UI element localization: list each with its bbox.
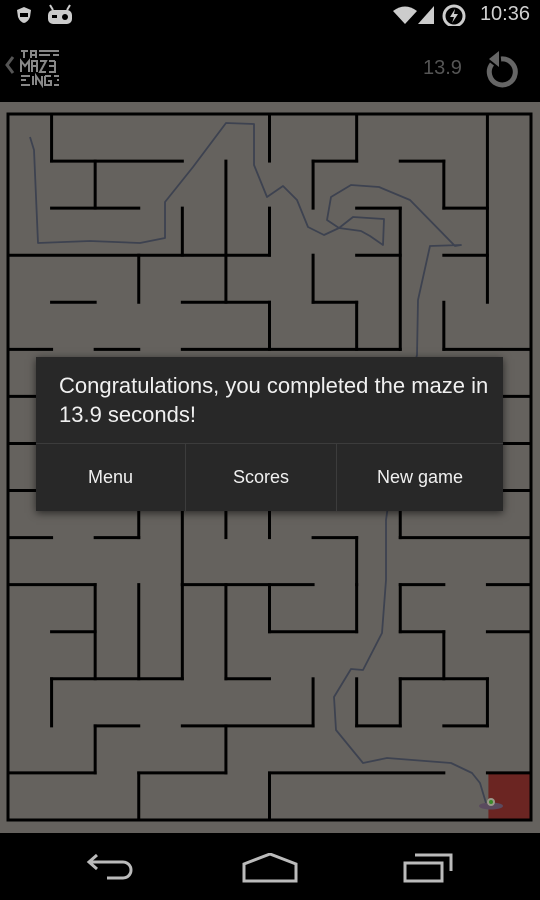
- elapsed-time: 13.9: [423, 57, 462, 79]
- home-icon[interactable]: [242, 853, 298, 883]
- restart-icon[interactable]: [482, 50, 520, 90]
- recents-icon[interactable]: [403, 853, 453, 883]
- wifi-icon: [393, 6, 417, 24]
- app-logo: [20, 48, 60, 88]
- clock: 10:36: [479, 3, 530, 25]
- goal-cell: [488, 773, 530, 819]
- back-icon[interactable]: [85, 853, 140, 883]
- status-bar: 10:36: [0, 0, 540, 28]
- dialog-buttons: Menu Scores New game: [36, 443, 503, 512]
- scores-button[interactable]: Scores: [186, 444, 337, 511]
- navigation-bar: [0, 833, 540, 900]
- new-game-button[interactable]: New game: [337, 444, 503, 511]
- signal-icon: [418, 6, 434, 24]
- home-up-button[interactable]: [0, 26, 66, 102]
- action-bar: 13.9: [0, 26, 540, 102]
- cyanogenmod-icon: [48, 4, 72, 24]
- completion-dialog: Congratulations, you completed the maze …: [36, 357, 503, 511]
- back-chevron-icon: [5, 56, 15, 74]
- menu-button[interactable]: Menu: [36, 444, 186, 511]
- dialog-message: Congratulations, you completed the maze …: [59, 373, 489, 427]
- privacy-guard-icon: [17, 7, 31, 23]
- battery-charging-icon: [442, 4, 466, 28]
